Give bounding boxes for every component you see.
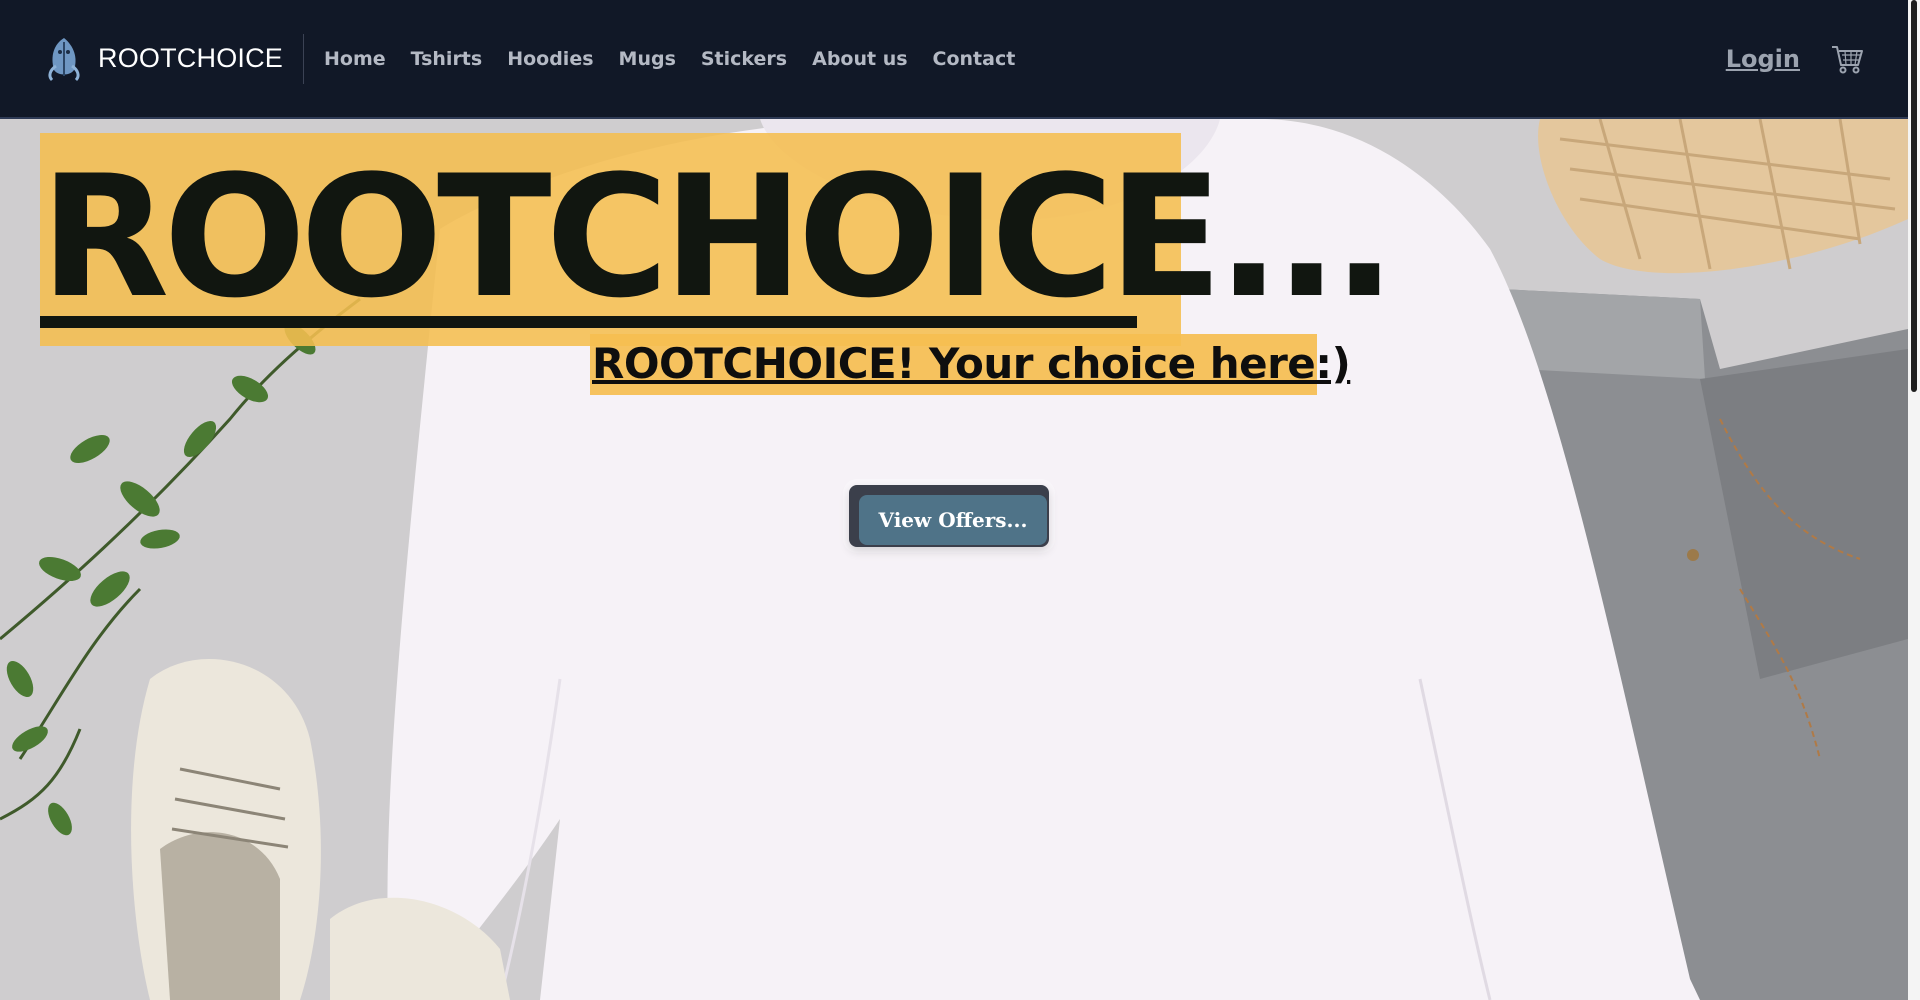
shopping-cart-icon[interactable] [1830,43,1864,75]
leaf-sprite-icon [48,37,80,81]
nav-item-about-us[interactable]: About us [812,48,907,70]
nav-actions: Login [1726,43,1864,75]
view-offers-button[interactable]: View Offers... [859,495,1047,545]
scrollbar-thumb[interactable] [1911,0,1917,392]
nav-item-contact[interactable]: Contact [933,48,1016,70]
nav-item-home[interactable]: Home [324,48,386,70]
top-navbar: ROOTCHOICE Home Tshirts Hoodies Mugs Sti… [0,0,1908,119]
hero-headline: ROOTCHOICE... [40,139,1396,335]
login-link[interactable]: Login [1726,45,1800,73]
headline-underline [40,316,1137,328]
view-offers-frame: View Offers... [849,485,1049,547]
brand[interactable]: ROOTCHOICE [44,33,305,84]
hero-subtitle: ROOTCHOICE! Your choice here:) [592,339,1351,388]
nav-item-stickers[interactable]: Stickers [701,48,787,70]
main-nav: Home Tshirts Hoodies Mugs Stickers About… [324,48,1040,70]
page-scrollbar[interactable] [1908,0,1920,1000]
nav-item-tshirts[interactable]: Tshirts [411,48,483,70]
nav-item-mugs[interactable]: Mugs [619,48,676,70]
brand-name: ROOTCHOICE [98,43,284,73]
nav-item-hoodies[interactable]: Hoodies [507,48,593,70]
